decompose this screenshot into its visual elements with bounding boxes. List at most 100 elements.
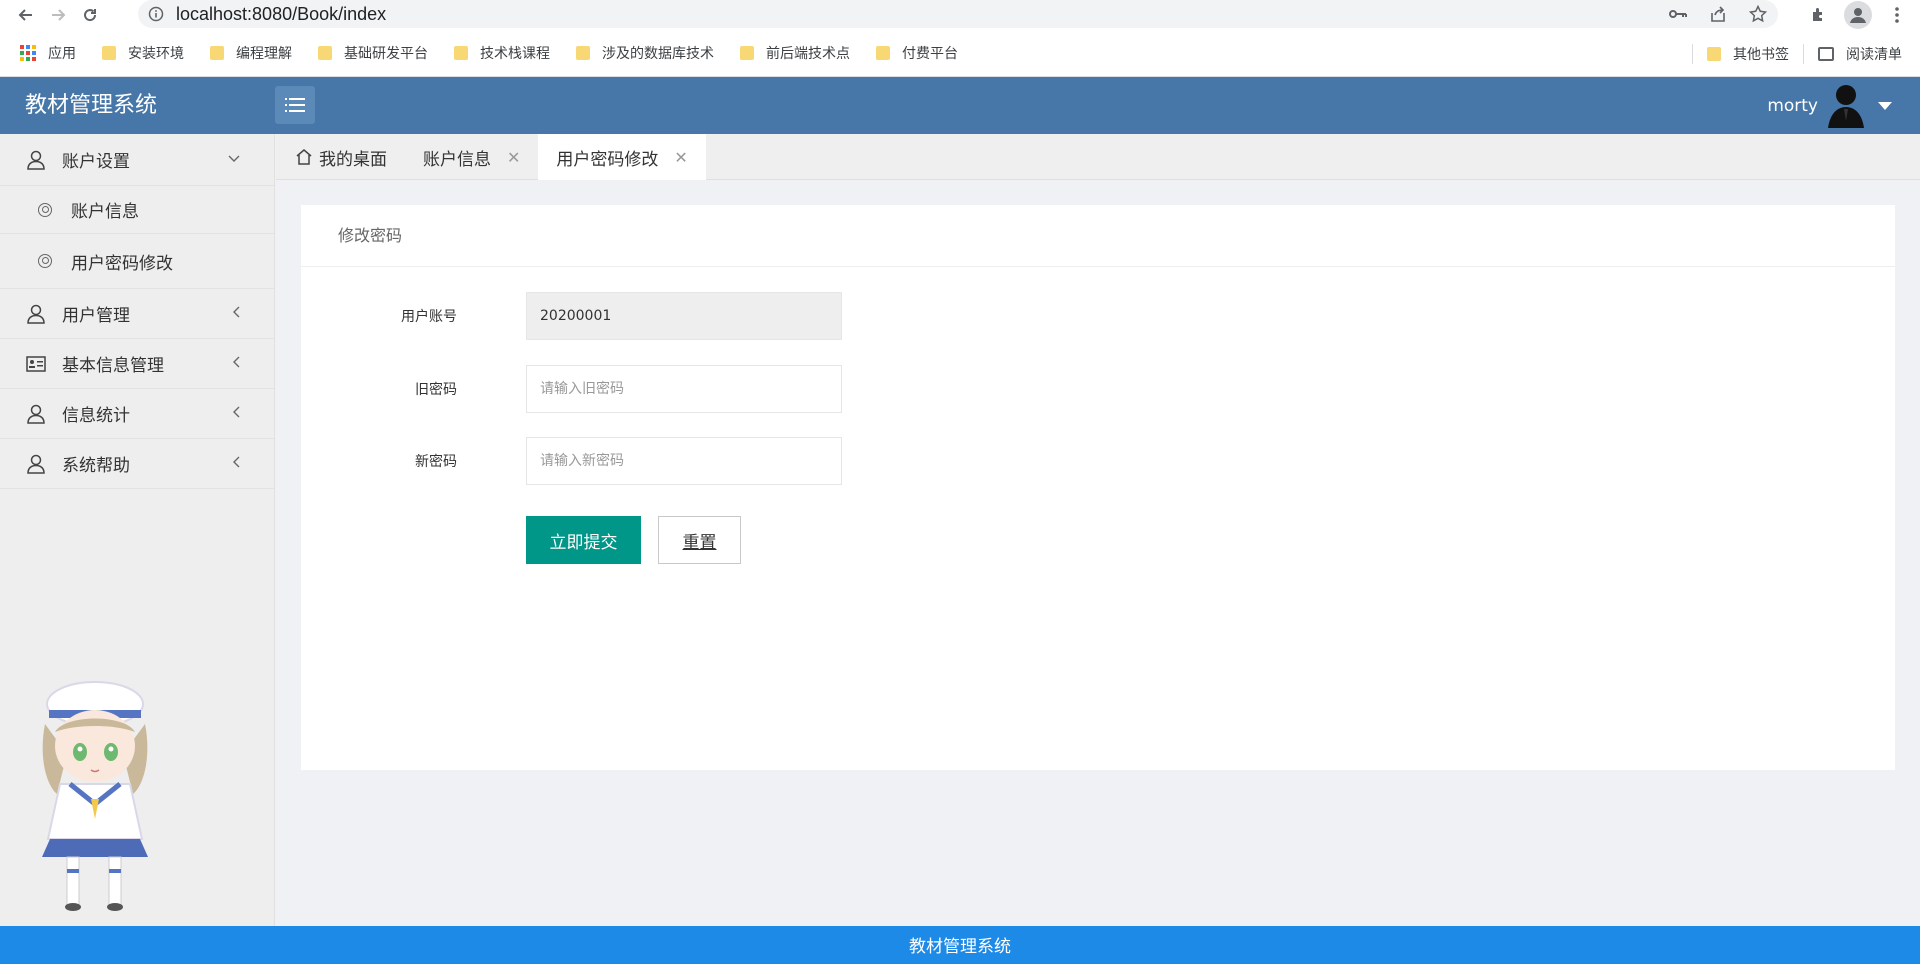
sidebar-subitem-label: 账户信息: [71, 202, 139, 222]
folder-icon: [454, 46, 468, 60]
user-menu[interactable]: morty: [1767, 83, 1892, 128]
key-icon[interactable]: [1668, 4, 1688, 24]
id-card-icon: [26, 354, 46, 374]
bookmark-label: 其他书签: [1733, 45, 1789, 62]
account-field: [526, 292, 842, 340]
bookmark-folder[interactable]: 涉及的数据库技术: [576, 43, 714, 63]
user-circle-icon: [38, 254, 52, 268]
user-icon: [26, 404, 46, 424]
reading-list-icon: [1818, 46, 1834, 61]
footer: 教材管理系统: [0, 926, 1920, 964]
bookmarks-right: 其他书签 阅读清单: [1678, 30, 1902, 77]
old-password-field[interactable]: [526, 365, 842, 413]
bookmark-apps[interactable]: 应用: [20, 43, 76, 63]
sidebar-item-label: 基本信息管理: [62, 356, 164, 376]
sidebar-item-label: 信息统计: [62, 406, 130, 426]
bookmark-folder[interactable]: 付费平台: [876, 43, 958, 63]
address-bar[interactable]: localhost:8080/Book/index: [138, 0, 1778, 28]
sidebar-subitem-account-info[interactable]: 账户信息: [0, 186, 274, 234]
bookmark-label: 涉及的数据库技术: [602, 45, 714, 61]
folder-icon: [740, 46, 754, 60]
bookmark-other[interactable]: 其他书签: [1707, 44, 1789, 64]
sidebar-subitem-password-change[interactable]: 用户密码修改: [0, 234, 274, 289]
tab-account-info[interactable]: 账户信息 ✕: [405, 134, 538, 180]
list-icon: [285, 98, 305, 112]
avatar[interactable]: [1826, 83, 1866, 128]
bookmark-folder[interactable]: 基础研发平台: [318, 43, 428, 63]
tab-password-change[interactable]: 用户密码修改 ✕: [538, 134, 706, 180]
star-icon[interactable]: [1748, 4, 1768, 24]
sidebar-item-account-settings[interactable]: 账户设置: [0, 134, 274, 186]
sidebar-subitem-label: 用户密码修改: [71, 253, 173, 274]
caret-down-icon[interactable]: [1878, 101, 1892, 110]
form-row-old-password: 旧密码: [301, 365, 842, 413]
browser-toolbar: localhost:8080/Book/index: [0, 0, 1920, 30]
reading-list[interactable]: 阅读清单: [1818, 44, 1902, 64]
tab-label: 账户信息: [423, 149, 491, 170]
chevron-left-icon: [232, 439, 240, 489]
user-icon: [26, 304, 46, 324]
more-vert-icon[interactable]: [1886, 4, 1908, 26]
folder-icon: [318, 46, 332, 60]
folder-icon: [102, 46, 116, 60]
sidebar-item-label: 用户管理: [62, 306, 130, 326]
sidebar-item-user-management[interactable]: 用户管理: [0, 289, 274, 339]
bookmark-label: 付费平台: [902, 45, 958, 61]
bookmark-folder[interactable]: 编程理解: [210, 43, 292, 63]
forward-icon[interactable]: [42, 0, 74, 30]
back-icon[interactable]: [10, 0, 42, 30]
folder-icon: [876, 46, 890, 60]
new-password-label: 新密码: [415, 454, 457, 470]
reload-icon[interactable]: [74, 0, 106, 30]
sidebar-item-label: 账户设置: [62, 152, 130, 172]
info-icon[interactable]: [148, 6, 164, 22]
reading-list-label: 阅读清单: [1846, 45, 1902, 62]
app-title: 教材管理系统: [25, 93, 158, 118]
form-row-new-password: 新密码: [301, 437, 842, 485]
close-icon[interactable]: ✕: [507, 148, 520, 167]
tab-my-desktop[interactable]: 我的桌面: [276, 134, 405, 180]
sidebar-item-basic-info[interactable]: 基本信息管理: [0, 339, 274, 389]
username[interactable]: morty: [1767, 96, 1818, 116]
app-header: 教材管理系统 morty: [0, 77, 1920, 134]
divider: [1692, 43, 1693, 64]
form-row-account: 用户账号: [301, 292, 842, 340]
tab-label: 用户密码修改: [556, 149, 659, 170]
apps-icon: [20, 45, 36, 61]
sidebar-item-help[interactable]: 系统帮助: [0, 439, 274, 489]
home-icon: [295, 148, 313, 166]
user-icon: [26, 454, 46, 474]
chevron-left-icon: [232, 389, 240, 439]
password-card: 修改密码 用户账号 旧密码 新密码 立即提交 重置: [301, 205, 1895, 770]
bookmark-folder[interactable]: 前后端技术点: [740, 43, 850, 63]
tab-label: 我的桌面: [319, 149, 387, 170]
account-label: 用户账号: [401, 309, 457, 325]
chevron-left-icon: [232, 289, 240, 339]
profile-icon[interactable]: [1844, 1, 1872, 29]
folder-icon: [576, 46, 590, 60]
sidebar-item-label: 系统帮助: [62, 456, 130, 476]
bookmark-label: 应用: [48, 45, 76, 61]
close-icon[interactable]: ✕: [674, 148, 687, 167]
chevron-left-icon: [232, 339, 240, 389]
extensions-icon[interactable]: [1808, 4, 1830, 26]
card-title: 修改密码: [301, 205, 1895, 267]
new-password-field[interactable]: [526, 437, 842, 485]
reset-button[interactable]: 重置: [658, 516, 741, 564]
bookmark-folder[interactable]: 安装环境: [102, 43, 184, 63]
divider: [1803, 43, 1804, 64]
bookmarks-bar: 应用 安装环境 编程理解 基础研发平台 技术栈课程 涉及的数据库技术 前后端技术…: [0, 30, 1920, 77]
bookmark-label: 安装环境: [128, 45, 184, 61]
share-icon[interactable]: [1708, 4, 1728, 24]
url-text[interactable]: localhost:8080/Book/index: [176, 4, 386, 25]
chevron-down-icon: [228, 134, 240, 184]
user-icon: [26, 150, 46, 170]
bookmark-label: 基础研发平台: [344, 45, 428, 61]
sidebar: 账户设置 账户信息 用户密码修改 用户管理 基本信息管理 信息统计 系统帮助: [0, 134, 275, 926]
sidebar-item-statistics[interactable]: 信息统计: [0, 389, 274, 439]
bookmark-label: 技术栈课程: [480, 45, 550, 61]
menu-toggle-button[interactable]: [275, 86, 315, 124]
submit-button[interactable]: 立即提交: [526, 516, 641, 564]
bookmark-label: 编程理解: [236, 45, 292, 61]
bookmark-folder[interactable]: 技术栈课程: [454, 43, 550, 63]
